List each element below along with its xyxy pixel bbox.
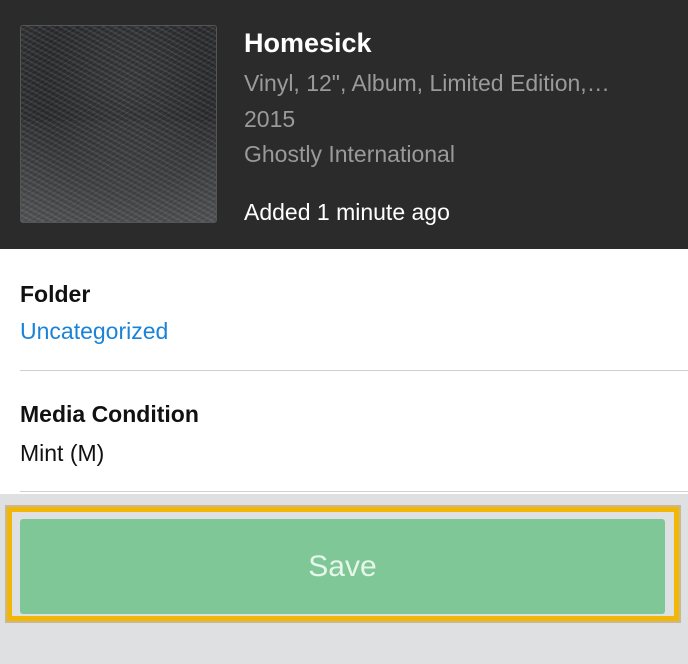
media-condition-label: Media Condition: [20, 401, 199, 427]
release-format: Vinyl, 12", Album, Limited Edition,…: [244, 70, 610, 96]
release-label: Ghostly International: [244, 141, 455, 167]
cover-texture: [21, 121, 216, 222]
release-header: Homesick Vinyl, 12", Album, Limited Edit…: [0, 0, 688, 249]
release-year: 2015: [244, 106, 296, 132]
folder-label: Folder: [20, 281, 91, 307]
folder-value-link[interactable]: Uncategorized: [20, 317, 168, 345]
divider: [20, 370, 688, 371]
collection-details-card: Folder Uncategorized Media Condition Min…: [0, 249, 688, 494]
media-condition-value[interactable]: Mint (M): [20, 439, 104, 467]
divider: [20, 491, 688, 492]
save-button[interactable]: Save: [20, 519, 665, 614]
album-cover-image: [20, 25, 217, 223]
added-timestamp: Added 1 minute ago: [244, 199, 450, 225]
release-title: Homesick: [244, 28, 372, 58]
